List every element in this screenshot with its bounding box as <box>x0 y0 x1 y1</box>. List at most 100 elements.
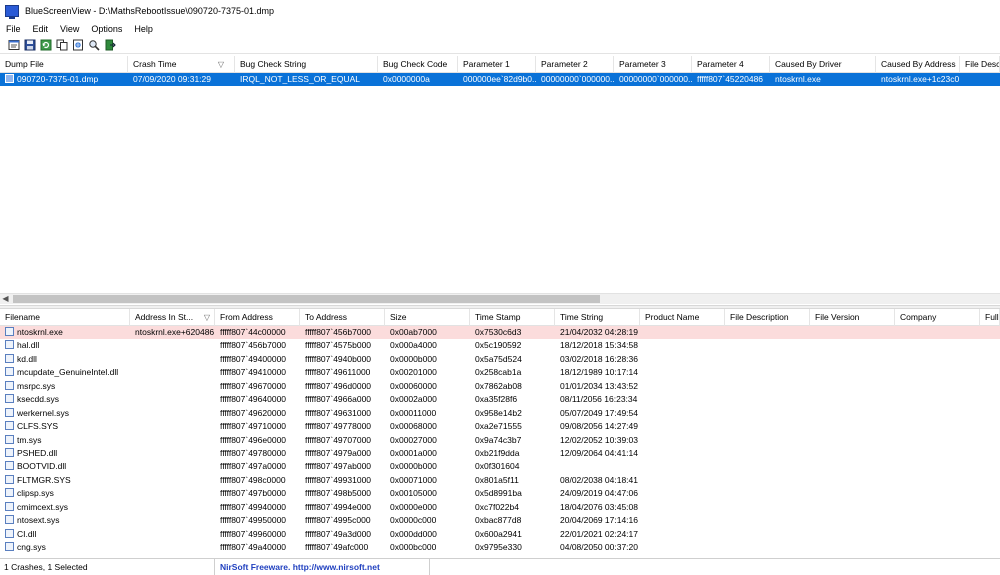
column-header-caused-by-driver[interactable]: Caused By Driver <box>770 56 876 73</box>
column-header-parameter-4[interactable]: Parameter 4 <box>692 56 770 73</box>
driver-cell-file-description <box>725 434 810 447</box>
table-row[interactable]: CI.dll fffff807`49960000 fffff807`49a3d000… <box>0 528 1000 541</box>
html-report-icon[interactable] <box>71 38 84 51</box>
driver-cell-company <box>895 420 980 433</box>
table-row[interactable]: FLTMGR.SYS fffff807`498c0000 fffff807`4993… <box>0 474 1000 487</box>
column-header-from-address[interactable]: From Address <box>215 309 300 326</box>
crash-row[interactable]: 090720-7375-01.dmp 07/09/2020 09:31:29 I… <box>0 73 1000 87</box>
table-row[interactable]: msrpc.sys fffff807`49670000 fffff807`496d0… <box>0 380 1000 393</box>
crash-cell-file-description <box>960 73 1000 86</box>
driver-file-icon <box>5 380 14 390</box>
status-summary: 1 Crashes, 1 Selected <box>0 558 215 575</box>
column-header-file-description[interactable]: File Descr <box>960 56 1000 73</box>
column-header-parameter-2[interactable]: Parameter 2 <box>536 56 614 73</box>
driver-cell-file-description <box>725 353 810 366</box>
driver-cell-size: 0x00071000 <box>390 474 437 485</box>
driver-file-name: mcupdate_GenuineIntel.dll <box>17 367 119 378</box>
table-row[interactable]: mcupdate_GenuineIntel.dll fffff807`494100… <box>0 366 1000 379</box>
scrollbar-thumb[interactable] <box>13 295 600 303</box>
column-header-full-path[interactable]: Full <box>980 309 1000 326</box>
menu-options[interactable]: Options <box>91 24 122 34</box>
find-icon[interactable] <box>87 38 100 51</box>
driver-cell-from-address: fffff807`498c0000 <box>220 474 286 485</box>
column-header-parameter-3[interactable]: Parameter 3 <box>614 56 692 73</box>
table-row[interactable]: hal.dll fffff807`456b7000 fffff807`4575b00… <box>0 339 1000 352</box>
driver-cell-from-address: fffff807`496e0000 <box>220 434 287 445</box>
driver-cell-full-path <box>980 514 1000 527</box>
sort-descending-icon: ▽ <box>203 313 210 322</box>
copy-icon[interactable] <box>55 38 68 51</box>
driver-file-name: kd.dll <box>17 353 37 364</box>
driver-cell-filename: kd.dll <box>0 353 130 366</box>
driver-cell-to-address: fffff807`498b5000 <box>305 488 372 499</box>
scroll-left-icon[interactable]: ◀ <box>0 294 11 304</box>
driver-cell-from-address: fffff807`49960000 <box>220 528 287 539</box>
menu-help[interactable]: Help <box>134 24 153 34</box>
refresh-icon[interactable] <box>39 38 52 51</box>
column-header-dump-file[interactable]: Dump File <box>0 56 128 73</box>
column-header-address-in-stack[interactable]: Address In St... ▽ <box>130 309 215 326</box>
driver-cell-address-in-stack <box>130 353 215 366</box>
driver-file-icon <box>5 501 14 511</box>
menu-file[interactable]: File <box>6 24 21 34</box>
driver-cell-file-version <box>810 501 895 514</box>
column-header-bug-check-string[interactable]: Bug Check String <box>235 56 378 73</box>
table-row[interactable]: ksecdd.sys fffff807`49640000 fffff807`4966… <box>0 393 1000 406</box>
save-icon[interactable] <box>23 38 36 51</box>
driver-cell-full-path <box>980 380 1000 393</box>
driver-cell-file-description <box>725 366 810 379</box>
table-row[interactable]: PSHED.dll fffff807`49780000 fffff807`4979a… <box>0 447 1000 460</box>
table-row[interactable]: cng.sys fffff807`49a40000 fffff807`49afc00… <box>0 541 1000 554</box>
column-header-crash-time[interactable]: Crash Time ▽ <box>128 56 235 73</box>
crash-list-table: Dump File Crash Time ▽ Bug Check String B… <box>0 56 1000 87</box>
properties-icon[interactable] <box>7 38 20 51</box>
column-header-file-version[interactable]: File Version <box>810 309 895 326</box>
driver-cell-file-description <box>725 420 810 433</box>
driver-cell-full-path <box>980 541 1000 554</box>
driver-cell-product-name <box>640 487 725 500</box>
column-header-product-name[interactable]: Product Name <box>640 309 725 326</box>
column-header-time-stamp[interactable]: Time Stamp <box>470 309 555 326</box>
driver-cell-company <box>895 393 980 406</box>
table-row[interactable]: CLFS.SYS fffff807`49710000 fffff807`497780… <box>0 420 1000 433</box>
column-header-time-string[interactable]: Time String <box>555 309 640 326</box>
driver-cell-address-in-stack <box>130 487 215 500</box>
table-row[interactable]: tm.sys fffff807`496e0000 fffff807`49707000… <box>0 434 1000 447</box>
exit-icon[interactable] <box>103 38 116 51</box>
column-header-company[interactable]: Company <box>895 309 980 326</box>
driver-cell-company <box>895 326 980 339</box>
table-row[interactable]: ntoskrnl.exe ntoskrnl.exe+620486 fffff807`… <box>0 326 1000 340</box>
column-header-size[interactable]: Size <box>385 309 470 326</box>
crash-list-horizontal-scrollbar[interactable]: ◀ <box>0 293 1000 304</box>
driver-cell-full-path <box>980 353 1000 366</box>
driver-cell-file-description <box>725 474 810 487</box>
table-row[interactable]: BOOTVID.dll fffff807`497a0000 fffff807`497… <box>0 460 1000 473</box>
driver-file-icon <box>5 528 14 538</box>
column-header-filename[interactable]: Filename <box>0 309 130 326</box>
driver-cell-product-name <box>640 528 725 541</box>
column-header-file-description[interactable]: File Description <box>725 309 810 326</box>
menu-view[interactable]: View <box>60 24 79 34</box>
nirsoft-link[interactable]: NirSoft Freeware. http://www.nirsoft.net <box>215 558 430 575</box>
driver-cell-address-in-stack <box>130 393 215 406</box>
column-header-caused-by-address[interactable]: Caused By Address <box>876 56 960 73</box>
column-header-to-address[interactable]: To Address <box>300 309 385 326</box>
table-row[interactable]: clipsp.sys fffff807`497b0000 fffff807`498b… <box>0 487 1000 500</box>
column-header-bug-check-code[interactable]: Bug Check Code <box>378 56 458 73</box>
driver-cell-address-in-stack <box>130 501 215 514</box>
driver-file-name: BOOTVID.dll <box>17 461 67 472</box>
column-header-parameter-1[interactable]: Parameter 1 <box>458 56 536 73</box>
table-row[interactable]: ntosext.sys fffff807`49950000 fffff807`499… <box>0 514 1000 527</box>
menu-edit[interactable]: Edit <box>33 24 49 34</box>
table-row[interactable]: kd.dll fffff807`49400000 fffff807`4940b000… <box>0 353 1000 366</box>
driver-cell-filename: BOOTVID.dll <box>0 460 130 473</box>
table-row[interactable]: werkernel.sys fffff807`49620000 fffff807`4… <box>0 407 1000 420</box>
driver-cell-file-version <box>810 380 895 393</box>
driver-cell-file-description <box>725 447 810 460</box>
title-bar: BlueScreenView - D:\MathsRebootIssue\090… <box>0 0 1000 22</box>
table-row[interactable]: cmimcext.sys fffff807`49940000 fffff807`49… <box>0 501 1000 514</box>
driver-cell-filename: CI.dll <box>0 528 130 541</box>
driver-cell-to-address: fffff807`4995c000 <box>305 515 371 526</box>
driver-cell-file-version <box>810 474 895 487</box>
driver-file-icon <box>5 488 14 498</box>
